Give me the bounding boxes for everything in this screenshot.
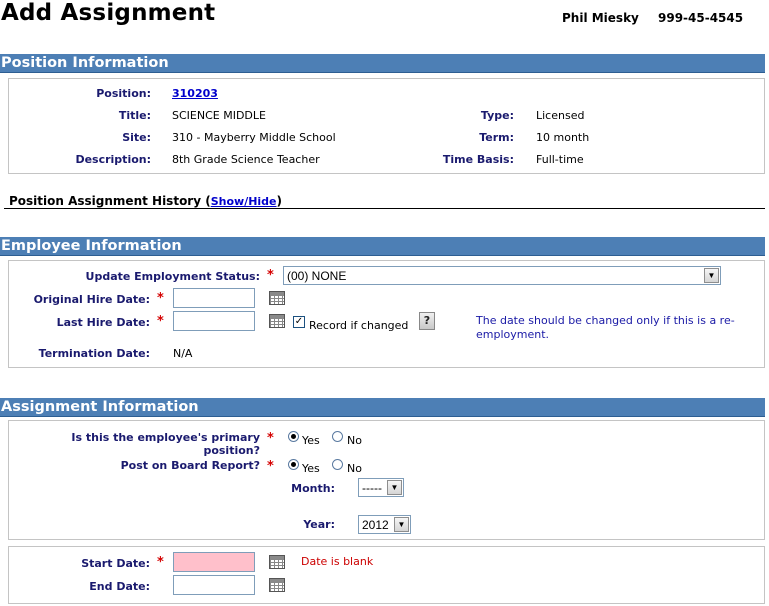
primary-no-label: No xyxy=(347,434,362,447)
show-hide-history-link[interactable]: Show/Hide xyxy=(211,195,277,208)
last-hire-label: Last Hire Date: xyxy=(56,316,150,329)
board-yes-radio[interactable] xyxy=(288,459,299,470)
time-basis-value: Full-time xyxy=(536,153,584,166)
month-label: Month: xyxy=(291,482,335,495)
help-button[interactable]: ? xyxy=(419,312,435,330)
month-select[interactable]: ----- ▼ xyxy=(358,478,404,497)
reemployment-note-line1: The date should be changed only if this … xyxy=(476,314,735,327)
year-label: Year: xyxy=(303,518,335,531)
position-label: Position: xyxy=(96,87,151,100)
employee-section-header: Employee Information xyxy=(0,237,765,256)
position-number-link[interactable]: 310203 xyxy=(172,87,218,100)
end-date-label: End Date: xyxy=(89,580,150,593)
termination-date-label: Termination Date: xyxy=(38,347,150,360)
assignment-section-header: Assignment Information xyxy=(0,398,765,417)
description-label: Description: xyxy=(75,153,151,166)
board-no-label: No xyxy=(347,462,362,475)
primary-position-label-line2: position? xyxy=(203,444,260,457)
last-hire-date-input[interactable] xyxy=(173,311,255,331)
page-title: Add Assignment xyxy=(1,0,216,26)
type-value: Licensed xyxy=(536,109,585,122)
board-report-required: * xyxy=(267,459,274,474)
term-label: Term: xyxy=(479,131,514,144)
calendar-icon[interactable] xyxy=(269,314,285,328)
end-date-input[interactable] xyxy=(173,575,255,595)
site-label: Site: xyxy=(122,131,151,144)
last-hire-required: * xyxy=(157,314,164,329)
primary-position-required: * xyxy=(267,431,274,446)
employment-status-value: (00) NONE xyxy=(287,268,347,283)
original-hire-date-input[interactable] xyxy=(173,288,255,308)
assignment-history-close: ) xyxy=(276,194,283,208)
description-value: 8th Grade Science Teacher xyxy=(172,153,320,166)
site-value: 310 - Mayberry Middle School xyxy=(172,131,336,144)
year-select[interactable]: 2012 ▼ xyxy=(358,515,411,534)
start-date-label: Start Date: xyxy=(81,557,150,570)
time-basis-label: Time Basis: xyxy=(442,153,514,166)
record-if-changed-label: Record if changed xyxy=(309,319,409,332)
history-divider xyxy=(4,208,765,209)
term-value: 10 month xyxy=(536,131,590,144)
type-label: Type: xyxy=(480,109,514,122)
employment-status-select[interactable]: (00) NONE ▼ xyxy=(283,266,721,285)
update-status-required: * xyxy=(267,268,274,283)
year-value: 2012 xyxy=(362,517,389,532)
original-hire-required: * xyxy=(157,291,164,306)
title-label: Title: xyxy=(118,109,151,122)
board-yes-label: Yes xyxy=(302,462,320,475)
calendar-icon[interactable] xyxy=(269,578,285,592)
update-status-label: Update Employment Status: xyxy=(85,270,260,283)
board-report-label: Post on Board Report? xyxy=(120,459,260,472)
employee-id: 999-45-4545 xyxy=(658,11,744,25)
original-hire-label: Original Hire Date: xyxy=(33,293,150,306)
chevron-down-icon: ▼ xyxy=(394,517,409,532)
primary-yes-radio[interactable] xyxy=(288,431,299,442)
chevron-down-icon: ▼ xyxy=(704,268,719,283)
start-date-required: * xyxy=(157,555,164,570)
primary-position-label-line1: Is this the employee's primary xyxy=(71,431,260,444)
month-value: ----- xyxy=(362,480,382,495)
termination-date-value: N/A xyxy=(173,347,193,360)
board-no-radio[interactable] xyxy=(332,459,343,470)
record-if-changed-checkbox[interactable]: ✓ xyxy=(293,316,305,328)
calendar-icon[interactable] xyxy=(269,555,285,569)
start-date-input[interactable] xyxy=(173,552,255,572)
start-date-error: Date is blank xyxy=(301,555,374,568)
position-section-header: Position Information xyxy=(0,54,765,73)
assignment-history-heading: Position Assignment History (Show/Hide) xyxy=(9,194,282,208)
employee-name: Phil Miesky xyxy=(562,11,639,25)
reemployment-note-line2: employment. xyxy=(476,328,550,341)
primary-yes-label: Yes xyxy=(302,434,320,447)
primary-no-radio[interactable] xyxy=(332,431,343,442)
assignment-history-label: Position Assignment History ( xyxy=(9,194,211,208)
dates-panel xyxy=(8,546,765,604)
calendar-icon[interactable] xyxy=(269,291,285,305)
title-value: SCIENCE MIDDLE xyxy=(172,109,266,122)
chevron-down-icon: ▼ xyxy=(387,480,402,495)
